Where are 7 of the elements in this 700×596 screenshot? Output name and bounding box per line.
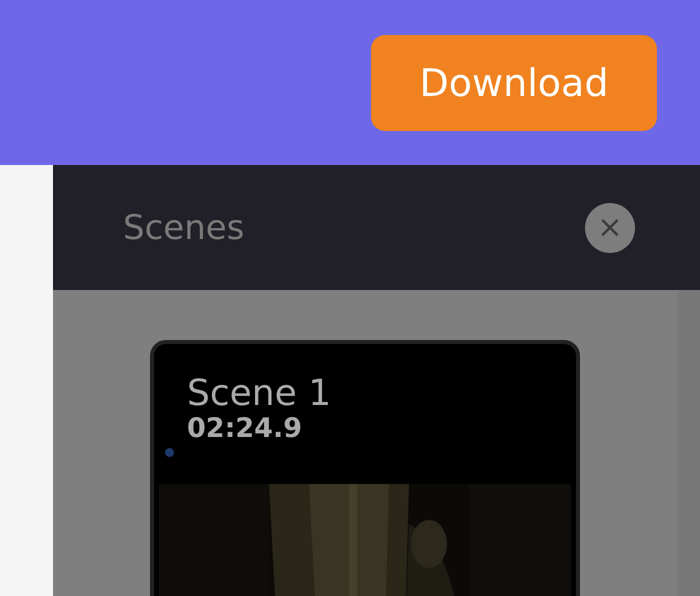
scene-card[interactable]: Scene 1 02:24.9 (150, 340, 580, 596)
scene-title: Scene 1 (187, 374, 332, 414)
scene-time: 02:24.9 (187, 414, 302, 444)
marker-dot-icon (165, 448, 174, 457)
panel-title: Scenes (123, 208, 244, 248)
download-button[interactable]: Download (371, 35, 657, 131)
close-button[interactable]: × (585, 202, 635, 252)
